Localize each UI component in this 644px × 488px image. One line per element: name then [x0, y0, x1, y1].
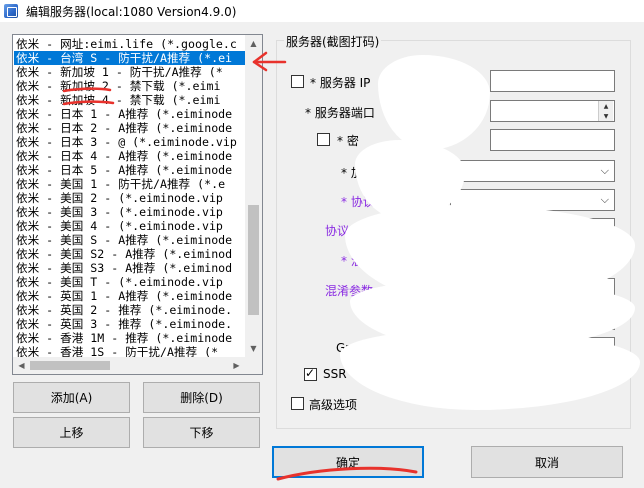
list-item[interactable]: 依米 - 日本 5 - A推荐 (*.eiminode [14, 163, 246, 177]
list-item[interactable]: 依米 - 香港 1M - 推荐 (*.eiminode [14, 331, 246, 345]
ok-button-label: 确定 [335, 455, 360, 470]
list-item[interactable]: 依米 - 英国 1 - A推荐 (*.eiminode [14, 289, 246, 303]
add-button-label: 添加(A) [50, 391, 93, 405]
list-item[interactable]: 依米 - 新加坡 2 - 禁下载 (*.eimi [14, 79, 246, 93]
horizontal-scrollbar[interactable]: ◀ ▶ [13, 357, 262, 374]
chevron-down-icon: ⌵ [600, 164, 609, 177]
scroll-up-icon[interactable]: ▲ [245, 35, 262, 52]
list-item[interactable]: 依米 - 台湾 S - 防干扰/A推荐 (*.ei [14, 51, 246, 65]
list-item[interactable]: 依米 - 美国 2 - (*.eiminode.vip [14, 191, 246, 205]
horizontal-scroll-thumb[interactable] [30, 361, 110, 370]
move-down-button[interactable]: 下移 [143, 417, 260, 448]
password-input[interactable] [490, 129, 615, 151]
list-item[interactable]: 依米 - 网址:eimi.life (*.google.c [14, 37, 246, 51]
title-bar: 编辑服务器(local:1080 Version4.9.0) [0, 0, 644, 22]
app-icon [4, 4, 18, 18]
spin-down-icon[interactable]: ▼ [604, 113, 609, 120]
spin-up-icon[interactable]: ▲ [604, 103, 609, 110]
server-port-label: * 服务器端口 [305, 106, 375, 120]
group-title: 服务器(截图打码) [284, 33, 382, 50]
ok-button[interactable]: 确定 [272, 446, 424, 478]
server-ip-checkbox[interactable] [291, 75, 304, 88]
cancel-button[interactable]: 取消 [471, 446, 623, 478]
advanced-label: 高级选项 [309, 398, 358, 412]
window-title: 编辑服务器(local:1080 Version4.9.0) [26, 4, 237, 19]
move-down-button-label: 下移 [189, 426, 214, 440]
server-list-rows: 依米 - 网址:eimi.life (*.google.c 依米 - 台湾 S -… [14, 37, 246, 373]
list-item[interactable]: 依米 - 美国 S2 - A推荐 (*.eiminod [14, 247, 246, 261]
list-item[interactable]: 依米 - 美国 T - (*.eiminode.vip [14, 275, 246, 289]
ssr-link-label: SSR [323, 367, 347, 381]
list-item[interactable]: 依米 - 日本 4 - A推荐 (*.eiminode [14, 149, 246, 163]
server-ip-input[interactable] [490, 70, 615, 92]
server-list[interactable]: 依米 - 网址:eimi.life (*.google.c 依米 - 台湾 S -… [12, 34, 263, 375]
vertical-scrollbar[interactable]: ▲ ▼ [245, 35, 262, 357]
list-item[interactable]: 依米 - 新加坡 4 - 禁下载 (*.eimi [14, 93, 246, 107]
list-item[interactable]: 依米 - 美国 S - A推荐 (*.eiminode [14, 233, 246, 247]
list-item[interactable]: 依米 - 美国 S3 - A推荐 (*.eiminod [14, 261, 246, 275]
server-ip-label: * 服务器 IP [310, 76, 371, 90]
vertical-scroll-thumb[interactable] [248, 205, 259, 315]
move-up-button[interactable]: 上移 [13, 417, 130, 448]
scroll-down-icon[interactable]: ▼ [245, 340, 262, 357]
delete-button[interactable]: 删除(D) [143, 382, 260, 413]
list-item[interactable]: 依米 - 日本 3 - @ (*.eiminode.vip [14, 135, 246, 149]
list-item[interactable]: 依米 - 美国 3 - (*.eiminode.vip [14, 205, 246, 219]
chevron-down-icon: ⌵ [600, 193, 609, 206]
advanced-checkbox[interactable] [291, 397, 304, 410]
list-item[interactable]: 依米 - 美国 1 - 防干扰/A推荐 (*.e [14, 177, 246, 191]
cancel-button-label: 取消 [534, 455, 559, 470]
list-item[interactable]: 依米 - 美国 4 - (*.eiminode.vip [14, 219, 246, 233]
password-label: * 密 [337, 134, 359, 148]
scroll-right-icon[interactable]: ▶ [228, 357, 245, 374]
scroll-left-icon[interactable]: ◀ [13, 357, 30, 374]
list-item[interactable]: 依米 - 英国 3 - 推荐 (*.eiminode. [14, 317, 246, 331]
add-button[interactable]: 添加(A) [13, 382, 130, 413]
list-item[interactable]: 依米 - 日本 2 - A推荐 (*.eiminode [14, 121, 246, 135]
list-item[interactable]: 依米 - 英国 2 - 推荐 (*.eiminode. [14, 303, 246, 317]
list-item[interactable]: 依米 - 日本 1 - A推荐 (*.eiminode [14, 107, 246, 121]
port-spinner[interactable]: ▲ ▼ [598, 101, 613, 121]
ssr-link-checkbox[interactable] [304, 366, 317, 381]
list-item[interactable]: 依米 - 新加坡 1 - 防干扰/A推荐 (* [14, 65, 246, 79]
delete-button-label: 删除(D) [180, 391, 223, 405]
password-checkbox[interactable] [317, 133, 330, 146]
encryption-select[interactable]: ⌵ [450, 160, 615, 182]
server-port-stepper[interactable]: ▲ ▼ [490, 100, 615, 122]
move-up-button-label: 上移 [59, 426, 84, 440]
